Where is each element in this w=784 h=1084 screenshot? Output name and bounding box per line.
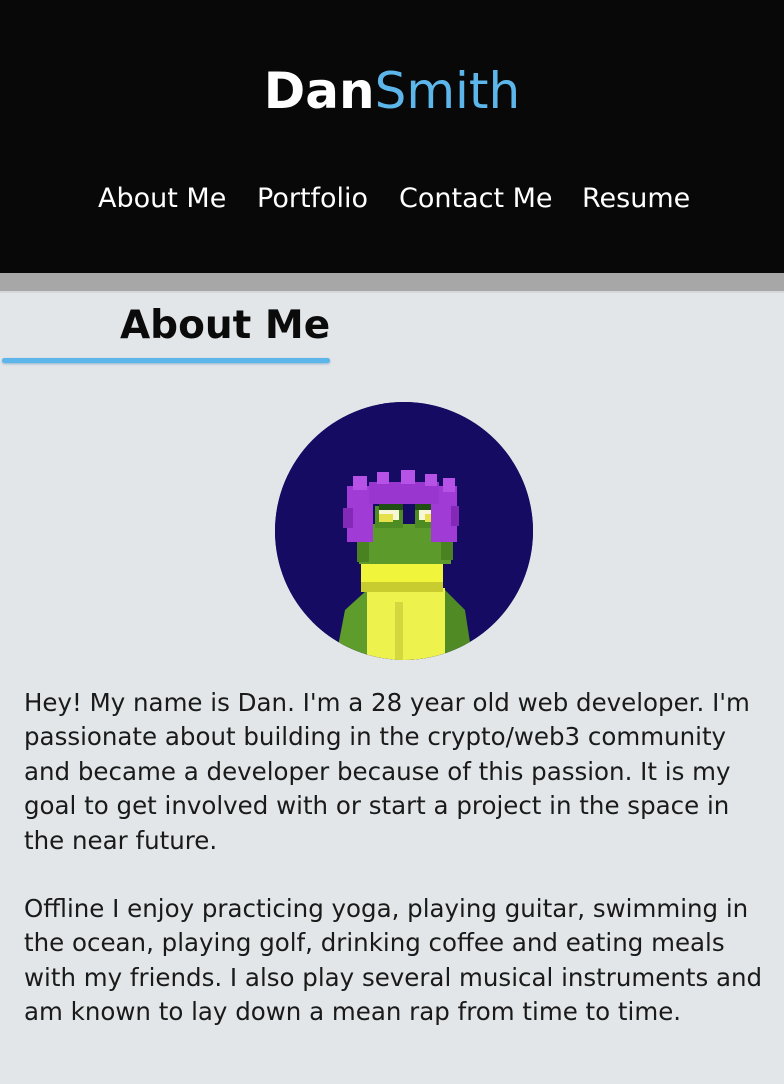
nav-link-portfolio[interactable]: Portfolio: [257, 176, 368, 222]
profile-avatar: [275, 402, 533, 660]
pixel-frog-avatar-icon: [275, 402, 533, 660]
section-title: About Me: [120, 303, 331, 348]
logo-first-name: Dan: [263, 62, 375, 120]
logo-last-name: Smith: [374, 62, 521, 120]
header-divider: [0, 273, 784, 293]
nav-link-about-me[interactable]: About Me: [98, 176, 226, 222]
about-paragraph-1: Hey! My name is Dan. I'm a 28 year old w…: [24, 688, 750, 855]
nav-link-resume[interactable]: Resume: [582, 176, 690, 222]
nav-link-contact-me[interactable]: Contact Me: [399, 176, 553, 222]
site-logo[interactable]: DanSmith: [0, 58, 784, 124]
about-paragraph-2: Offline I enjoy practicing yoga, playing…: [24, 894, 763, 1027]
title-underline: [2, 358, 330, 363]
site-header: DanSmith About Me Portfolio Contact Me R…: [0, 0, 784, 273]
main-nav: About Me Portfolio Contact Me Resume: [0, 176, 784, 222]
